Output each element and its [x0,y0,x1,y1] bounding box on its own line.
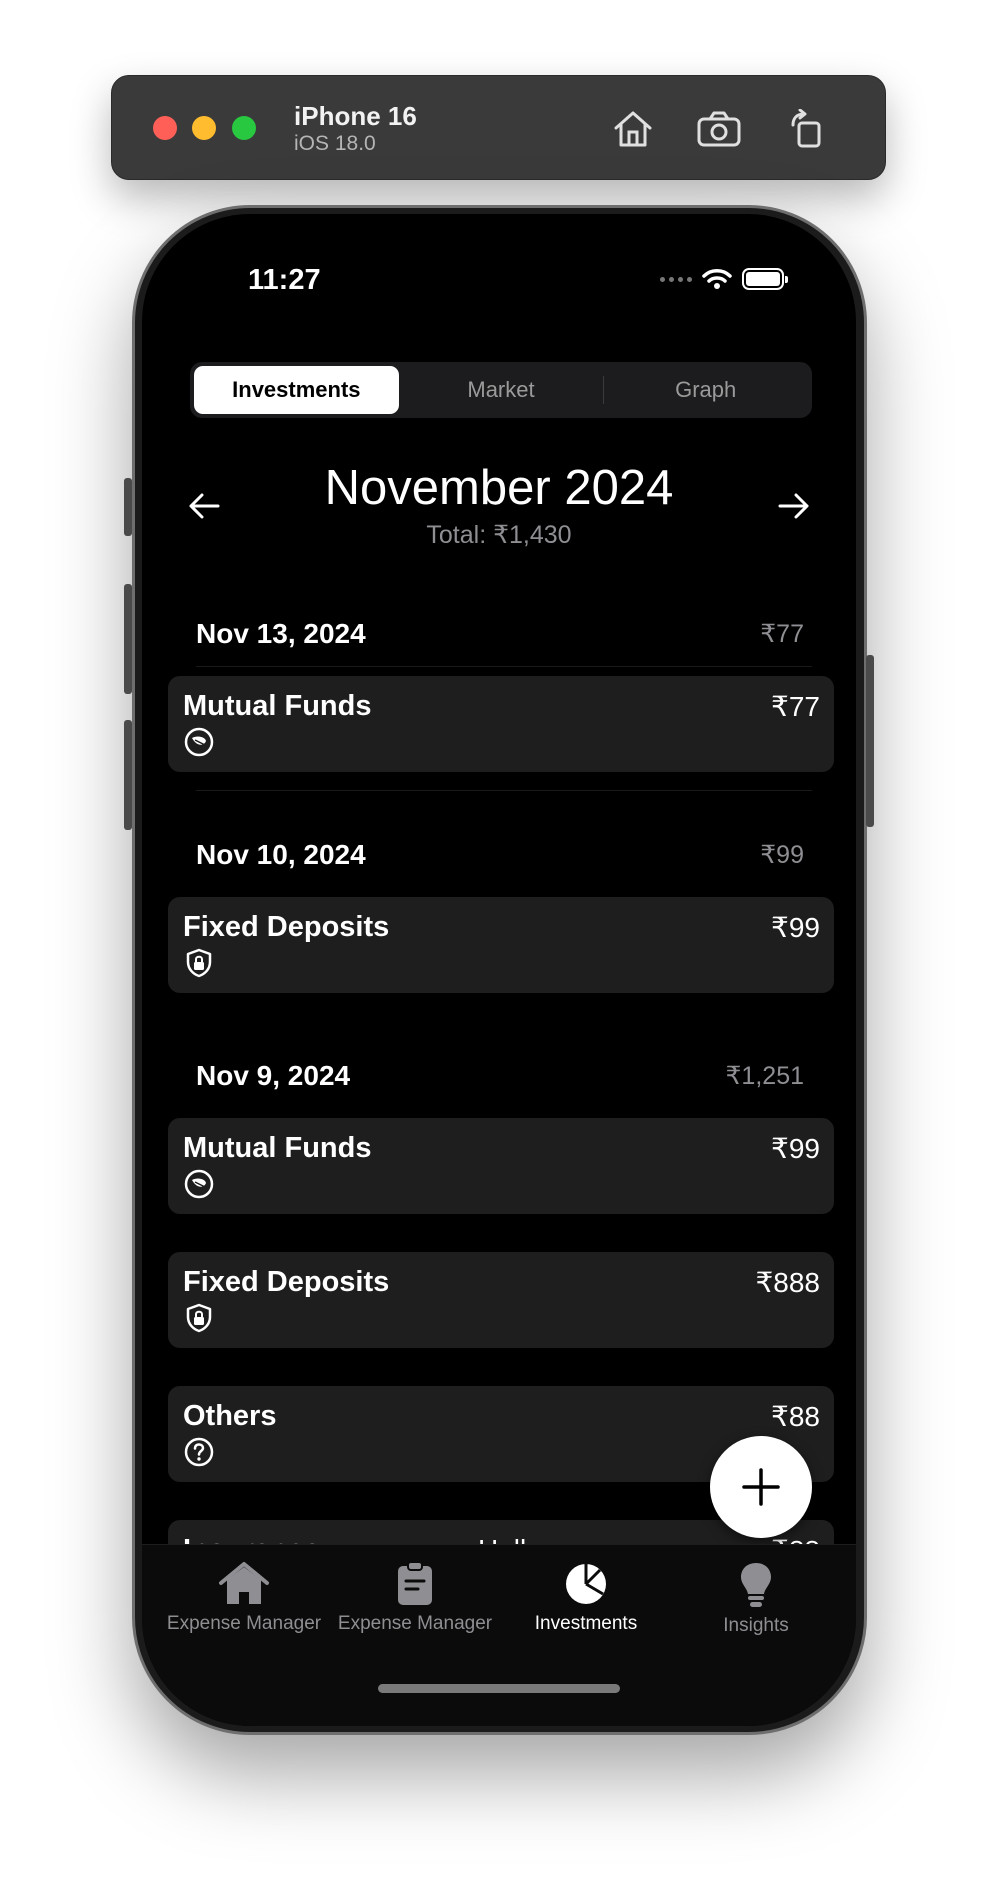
plus-icon [742,1468,780,1506]
section-amount: ₹1,251 [725,1062,804,1090]
segmented-control: Investments Market Graph [190,362,812,418]
lightbulb-icon [741,1563,771,1607]
investment-list[interactable]: Nov 13, 2024 ₹77 Mutual Funds ₹77 Nov 10… [142,594,856,1544]
lock-shield-icon [186,1303,212,1333]
section-header: Nov 13, 2024 ₹77 [196,618,804,650]
investment-amount: ₹88 [771,1534,820,1544]
tab-label: Expense Manager [337,1613,493,1634]
rotate-button[interactable] [784,106,830,152]
house-icon [219,1562,269,1604]
action-button [124,478,132,536]
screenshot-button[interactable] [696,106,742,152]
segment-investments[interactable]: Investments [194,366,399,414]
cellular-icon [660,276,692,282]
tab-label: Expense Manager [166,1613,322,1634]
tab-investments[interactable]: Investments [501,1561,671,1635]
pie-chart-icon [566,1564,606,1604]
section-date: Nov 13, 2024 [196,618,366,649]
power-button [866,655,874,827]
divider [196,666,812,667]
battery-icon [742,268,788,290]
investment-title: Insurance [183,1534,320,1544]
zoom-window-button[interactable] [232,116,256,140]
tab-insights[interactable]: Insights [671,1561,841,1637]
leaf-circle-icon [184,1169,214,1199]
divider [196,790,812,791]
month-title: November 2024 [324,461,674,515]
section-header: Nov 10, 2024 ₹99 [196,839,804,871]
home-indicator[interactable] [378,1684,620,1693]
clipboard-icon [398,1561,432,1605]
section-header: Nov 9, 2024 ₹1,251 [196,1060,804,1092]
investment-note: Hello [478,1534,542,1544]
volume-up-button [124,584,132,694]
segment-market[interactable]: Market [399,366,604,414]
investment-title: Mutual Funds [183,1132,372,1164]
os-version: iOS 18.0 [294,132,376,155]
volume-down-button [124,720,132,830]
simulator-title-bar: iPhone 16 iOS 18.0 [111,75,886,180]
wifi-icon [702,269,732,289]
question-circle-icon [184,1437,214,1467]
investment-amount: ₹99 [771,1133,820,1164]
investment-title: Fixed Deposits [183,1266,390,1298]
section-date: Nov 9, 2024 [196,1060,351,1091]
section-amount: ₹77 [760,620,804,648]
rotate-icon [791,109,821,148]
investment-amount: ₹99 [771,912,820,943]
investment-title: Others [183,1400,277,1432]
tab-bar: Expense Manager Expense Manager Investme… [142,1544,856,1726]
home-icon [614,111,652,147]
lock-shield-icon [186,948,212,978]
home-button[interactable] [610,106,656,152]
next-month-arrow-icon[interactable] [776,488,812,524]
status-icons [660,268,788,290]
close-window-button[interactable] [153,116,177,140]
investment-card[interactable]: Mutual Funds ₹99 [168,1118,834,1214]
investment-amount: ₹77 [771,691,820,722]
investment-amount: ₹88 [771,1401,820,1432]
camera-icon [697,111,741,147]
investment-card[interactable]: Fixed Deposits ₹888 [168,1252,834,1348]
leaf-circle-icon [184,727,214,757]
investment-title: Fixed Deposits [183,911,390,943]
add-investment-button[interactable] [710,1436,812,1538]
tab-label: Investments [534,1613,638,1634]
investment-card[interactable]: Mutual Funds ₹77 [168,676,834,772]
tab-expense-manager-list[interactable]: Expense Manager [330,1561,500,1635]
segment-graph[interactable]: Graph [603,366,808,414]
investment-amount: ₹888 [755,1267,820,1298]
section-date: Nov 10, 2024 [196,839,366,870]
section-amount: ₹99 [760,841,804,869]
device-name: iPhone 16 [294,101,417,131]
minimize-window-button[interactable] [192,116,216,140]
investment-card[interactable]: Fixed Deposits ₹99 [168,897,834,993]
tab-label: Insights [723,1615,789,1636]
status-time: 11:27 [248,264,321,296]
tab-expense-manager-home[interactable]: Expense Manager [159,1561,329,1635]
month-total: Total: ₹1,430 [426,521,572,549]
investment-title: Mutual Funds [183,690,372,722]
phone-screen: 11:27 Investments Market Graph November … [142,214,856,1726]
